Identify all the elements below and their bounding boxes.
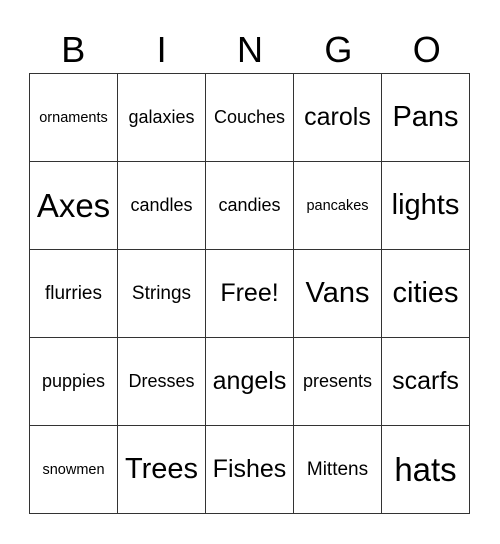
- bingo-cell: presents: [293, 337, 382, 426]
- bingo-cell: snowmen: [29, 425, 118, 514]
- grid-row: snowmen Trees Fishes Mittens hats: [29, 425, 470, 514]
- header-letter-g: G: [324, 29, 353, 70]
- bingo-cell: lights: [381, 161, 470, 250]
- bingo-cell: Fishes: [205, 425, 294, 514]
- bingo-cell: hats: [381, 425, 470, 514]
- bingo-cell: carols: [293, 73, 382, 162]
- bingo-cell: Pans: [381, 73, 470, 162]
- bingo-cell: Mittens: [293, 425, 382, 514]
- bingo-cell: Vans: [293, 249, 382, 338]
- header-letter-o: O: [412, 29, 441, 70]
- bingo-cell: Axes: [29, 161, 118, 250]
- bingo-cell: Dresses: [117, 337, 206, 426]
- header-letter-i: I: [156, 29, 167, 70]
- bingo-cell: puppies: [29, 337, 118, 426]
- bingo-cell: Couches: [205, 73, 294, 162]
- bingo-cell: candies: [205, 161, 294, 250]
- header-letter-b: B: [61, 29, 86, 70]
- grid-row: flurries Strings Free! Vans cities: [29, 249, 470, 338]
- bingo-cell: Trees: [117, 425, 206, 514]
- bingo-header: B I N G O: [29, 28, 471, 72]
- bingo-cell: scarfs: [381, 337, 470, 426]
- bingo-cell: Strings: [117, 249, 206, 338]
- bingo-cell: galaxies: [117, 73, 206, 162]
- grid-row: Axes candles candies pancakes lights: [29, 161, 470, 250]
- free-space-cell: Free!: [205, 249, 294, 338]
- header-letter-n: N: [236, 29, 263, 70]
- bingo-cell: angels: [205, 337, 294, 426]
- bingo-grid: ornaments galaxies Couches carols Pans A…: [29, 73, 470, 514]
- bingo-cell: cities: [381, 249, 470, 338]
- bingo-cell: pancakes: [293, 161, 382, 250]
- bingo-cell: candles: [117, 161, 206, 250]
- bingo-cell: flurries: [29, 249, 118, 338]
- grid-row: ornaments galaxies Couches carols Pans: [29, 73, 470, 162]
- grid-row: puppies Dresses angels presents scarfs: [29, 337, 470, 426]
- bingo-cell: ornaments: [29, 73, 118, 162]
